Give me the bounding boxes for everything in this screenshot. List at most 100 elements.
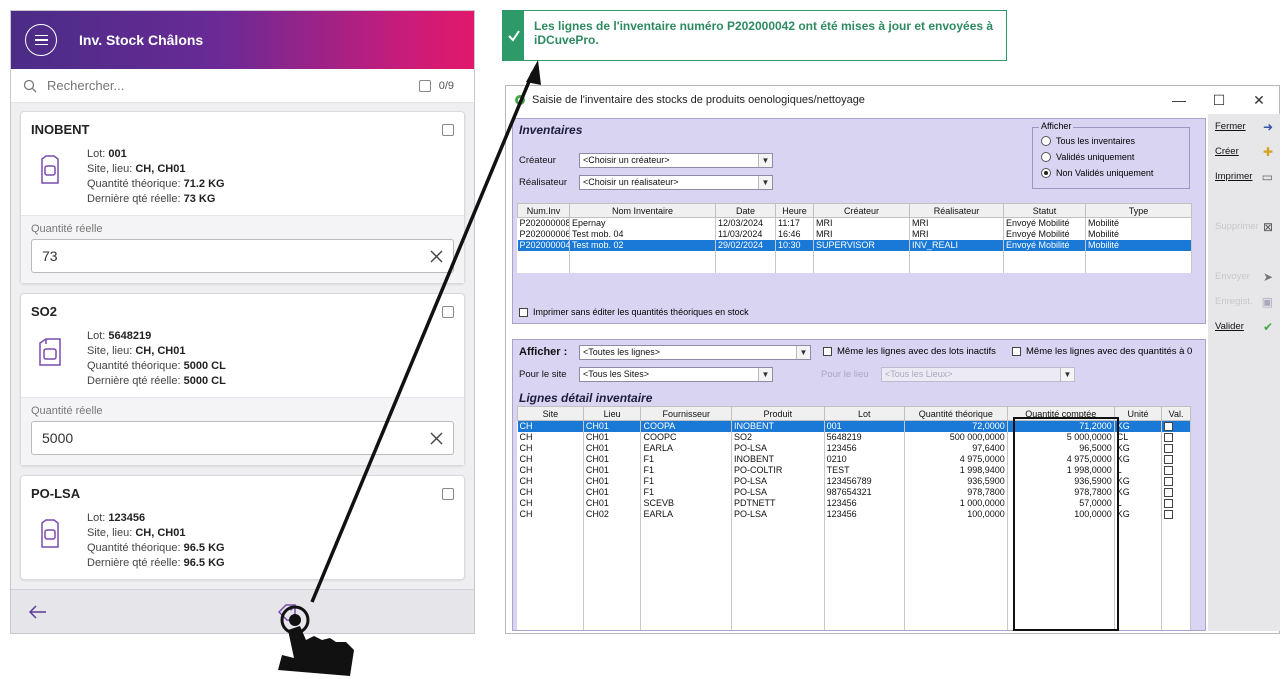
- realisateur-select[interactable]: <Choisir un réalisateur> ▼: [579, 175, 773, 190]
- cell: MRI: [813, 217, 910, 229]
- cell: F1: [640, 476, 733, 487]
- checkbox[interactable]: [823, 347, 832, 356]
- validate-checkbox[interactable]: [1164, 444, 1174, 454]
- send-icon[interactable]: [277, 603, 297, 621]
- chevron-down-icon[interactable]: ▼: [758, 368, 772, 381]
- col-header[interactable]: Fournisseur: [640, 406, 733, 421]
- col-header[interactable]: Date: [715, 203, 776, 218]
- col-header[interactable]: Lieu: [582, 406, 642, 421]
- cell: Epernay: [569, 217, 716, 229]
- col-header[interactable]: Quantité théorique: [903, 406, 1008, 421]
- envoyer-button: Envoyer ➤: [1212, 267, 1276, 289]
- validate-checkbox[interactable]: [1164, 433, 1174, 443]
- radio-button[interactable]: [1041, 152, 1051, 162]
- checkbox[interactable]: [1012, 347, 1021, 356]
- col-header[interactable]: Lot: [823, 406, 905, 421]
- cell: SCEVB: [640, 498, 733, 509]
- lines-title: Lignes détail inventaire: [519, 391, 653, 405]
- radio-all[interactable]: Tous les inventaires: [1041, 136, 1135, 146]
- checkbox[interactable]: [519, 307, 528, 317]
- createur-select[interactable]: <Choisir un créateur> ▼: [579, 153, 773, 168]
- radio-not-validated[interactable]: Non Validés uniquement: [1041, 168, 1153, 178]
- last-qty-label: Dernière qté réelle:: [87, 557, 184, 569]
- menu-icon[interactable]: [25, 24, 57, 56]
- imprimer-button[interactable]: Imprimer ▭: [1212, 167, 1276, 189]
- cell: CH: [517, 476, 584, 487]
- cell: MRI: [909, 217, 1004, 229]
- lieu-label: Pour le lieu: [821, 369, 869, 380]
- cell: Envoyé Mobilité: [1003, 217, 1086, 229]
- zero-qty-checkbox[interactable]: Même les lignes avec des quantités à 0: [1012, 346, 1192, 357]
- button-label: Fermer: [1215, 121, 1246, 132]
- select-all-checkbox[interactable]: [418, 79, 431, 92]
- minimize-icon[interactable]: —: [1159, 92, 1199, 108]
- validate-checkbox[interactable]: [1164, 488, 1174, 498]
- chevron-down-icon[interactable]: ▼: [758, 176, 772, 189]
- radio-button[interactable]: [1041, 168, 1051, 178]
- table-row[interactable]: P202000008 Epernay 12/03/2024 11:17 MRI MRI En…: [517, 217, 1192, 229]
- inactive-lots-checkbox[interactable]: Même les lignes avec des lots inactifs: [823, 346, 996, 357]
- theoretical-qty-value: 96.5 KG: [183, 542, 225, 554]
- cell: CH: [517, 420, 584, 432]
- item-checkbox[interactable]: [442, 124, 454, 136]
- col-header[interactable]: Nom Inventaire: [569, 203, 716, 218]
- cell: Envoyé Mobilité: [1003, 229, 1086, 240]
- col-header[interactable]: Val.: [1161, 406, 1191, 421]
- col-header[interactable]: Réalisateur: [909, 203, 1004, 218]
- product-name: SO2: [31, 304, 58, 319]
- chevron-down-icon[interactable]: ▼: [796, 346, 810, 359]
- cell: CH01: [583, 432, 642, 443]
- validate-checkbox[interactable]: [1164, 477, 1174, 487]
- clear-icon[interactable]: [430, 250, 443, 263]
- col-header[interactable]: Produit: [731, 406, 825, 421]
- cell: CH: [517, 509, 584, 520]
- radio-button[interactable]: [1041, 136, 1051, 146]
- fermer-button[interactable]: Fermer ➜: [1212, 117, 1276, 139]
- select-all[interactable]: 0/9: [418, 79, 454, 92]
- cell: 11:17: [775, 217, 814, 229]
- item-checkbox[interactable]: [442, 488, 454, 500]
- validate-checkbox[interactable]: [1164, 466, 1174, 476]
- cell: SO2: [731, 432, 825, 443]
- back-arrow-icon[interactable]: [29, 604, 47, 619]
- afficher-select[interactable]: <Toutes les lignes> ▼: [579, 345, 811, 360]
- theoretical-qty-value: 5000 CL: [183, 360, 226, 372]
- cell: 97,6400: [904, 443, 1008, 454]
- maximize-icon[interactable]: ☐: [1199, 92, 1239, 109]
- cell: 936,5900: [904, 476, 1008, 487]
- cell: CL: [1114, 432, 1163, 443]
- site-select[interactable]: <Tous les Sites> ▼: [579, 367, 773, 382]
- cell: EARLA: [640, 443, 733, 454]
- col-header[interactable]: Site: [517, 406, 584, 421]
- creer-button[interactable]: Créer ✚: [1212, 142, 1276, 164]
- col-header[interactable]: Type: [1085, 203, 1192, 218]
- cell: Mobilité: [1085, 229, 1192, 240]
- col-header[interactable]: Num.Inv: [517, 203, 570, 218]
- cell: 123456: [824, 498, 905, 509]
- table-row-selected[interactable]: P202000004 Test mob. 02 29/02/2024 10:30 SUP…: [517, 240, 1192, 251]
- real-qty-input[interactable]: 5000: [31, 421, 454, 455]
- cell: 1 998,9400: [904, 465, 1008, 476]
- search-input[interactable]: [47, 78, 419, 93]
- validate-checkbox[interactable]: [1164, 510, 1174, 520]
- col-header[interactable]: Unité: [1113, 406, 1163, 421]
- validate-checkbox[interactable]: [1164, 422, 1174, 432]
- print-checkbox[interactable]: Imprimer sans éditer les quantités théor…: [519, 307, 749, 317]
- real-qty-input[interactable]: 73: [31, 239, 454, 273]
- clear-icon[interactable]: [430, 432, 443, 445]
- radio-validated[interactable]: Validés uniquement: [1041, 152, 1134, 162]
- col-header[interactable]: Statut: [1003, 203, 1086, 218]
- chevron-down-icon[interactable]: ▼: [758, 154, 772, 167]
- validate-checkbox[interactable]: [1164, 455, 1174, 465]
- item-checkbox[interactable]: [442, 306, 454, 318]
- table-row[interactable]: P202000006 Test mob. 04 11/03/2024 16:46 MRI…: [517, 229, 1192, 240]
- validate-checkbox[interactable]: [1164, 499, 1174, 509]
- col-header[interactable]: Créateur: [813, 203, 910, 218]
- last-qty-value: 5000 CL: [183, 375, 226, 387]
- valider-button[interactable]: Valider ✔: [1212, 317, 1276, 339]
- lot-label: Lot:: [87, 330, 109, 342]
- col-header[interactable]: Heure: [775, 203, 814, 218]
- close-icon[interactable]: ✕: [1239, 92, 1279, 109]
- cell: KG: [1114, 476, 1163, 487]
- cell: CH01: [583, 443, 642, 454]
